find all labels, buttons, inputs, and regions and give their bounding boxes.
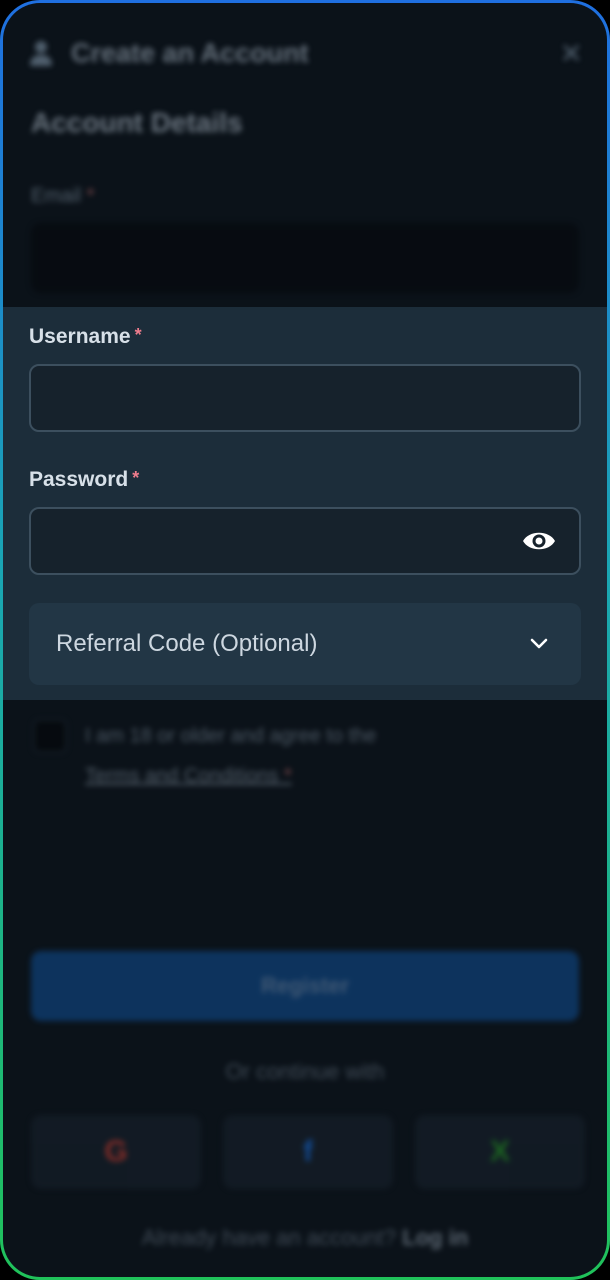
focused-form-panel: Username * Password * Referral Code (Optio… xyxy=(3,307,607,700)
terms-link-row: Terms and Conditions * xyxy=(85,765,292,788)
modal-title: Create an Account xyxy=(71,37,309,68)
x-brand-icon: X xyxy=(489,1135,510,1168)
user-icon xyxy=(27,39,55,67)
required-mark: * xyxy=(134,325,142,345)
or-continue-text: Or continue with xyxy=(225,1059,385,1084)
register-modal: Create an Account ✕ Account Details Emai… xyxy=(3,3,607,1277)
required-mark: * xyxy=(284,765,292,787)
password-label-text: Password xyxy=(29,468,129,491)
username-field-box xyxy=(29,364,581,432)
username-input[interactable] xyxy=(31,366,579,430)
facebook-login-button[interactable]: f xyxy=(223,1115,393,1189)
register-button[interactable]: Register xyxy=(31,951,579,1021)
required-mark: * xyxy=(86,185,95,207)
referral-code-label: Referral Code (Optional) xyxy=(56,630,318,657)
referral-code-toggle[interactable]: Referral Code (Optional) xyxy=(29,603,581,685)
chevron-down-icon xyxy=(530,638,548,649)
google-login-button[interactable]: G xyxy=(31,1115,201,1189)
login-link[interactable]: Log in xyxy=(402,1225,468,1250)
required-mark: * xyxy=(132,468,140,488)
username-label-text: Username xyxy=(29,325,131,348)
x-login-button[interactable]: X xyxy=(415,1115,585,1189)
terms-checkbox[interactable] xyxy=(33,719,67,753)
section-title: Account Details xyxy=(31,107,243,138)
password-label: Password * xyxy=(29,468,139,492)
email-field[interactable] xyxy=(31,223,579,293)
username-label: Username * xyxy=(29,325,142,349)
facebook-icon: f xyxy=(303,1135,313,1168)
login-prompt: Already have an account? Log in xyxy=(3,1225,607,1251)
terms-text: I am 18 or older and agree to the xyxy=(85,725,377,747)
email-label: Email * xyxy=(31,185,94,208)
modal-header: Create an Account ✕ xyxy=(27,33,583,73)
google-icon: G xyxy=(104,1135,128,1168)
login-prompt-text: Already have an account? xyxy=(141,1225,397,1250)
terms-link[interactable]: Terms and Conditions xyxy=(85,765,278,787)
password-input[interactable] xyxy=(31,509,579,573)
email-label-text: Email xyxy=(31,185,82,207)
eye-icon[interactable] xyxy=(521,526,557,556)
password-field-box xyxy=(29,507,581,575)
close-icon[interactable]: ✕ xyxy=(560,37,583,70)
device-frame: Create an Account ✕ Account Details Emai… xyxy=(0,0,610,1280)
